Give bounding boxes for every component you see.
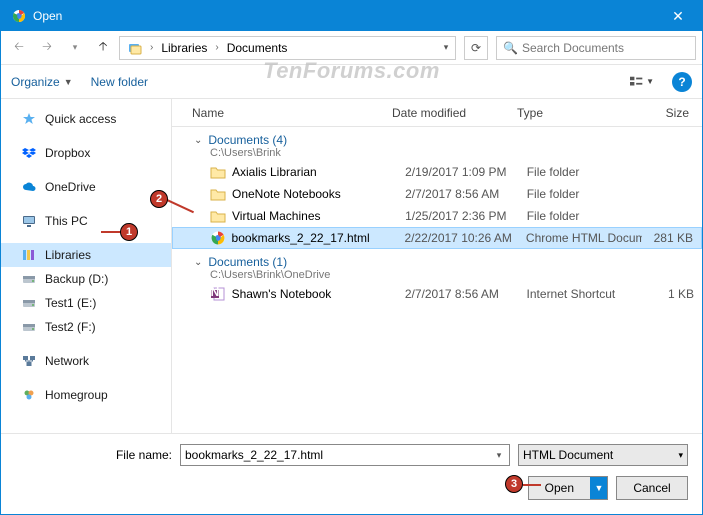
annotation-badge-1: 1 (120, 223, 138, 241)
chrome-icon (210, 230, 226, 246)
col-date[interactable]: Date modified (392, 106, 517, 120)
search-input[interactable]: 🔍 Search Documents (496, 36, 696, 60)
libraries-icon (21, 247, 37, 263)
column-headers: Name Date modified Type Size (172, 99, 702, 127)
filetype-filter[interactable]: HTML Document ▾ (518, 444, 688, 466)
close-button[interactable]: ✕ (658, 8, 698, 25)
organize-menu[interactable]: Organize▼ (11, 75, 73, 89)
dropbox-icon (21, 145, 37, 161)
open-button[interactable]: Open ▼ (528, 476, 608, 500)
network-icon (21, 353, 37, 369)
up-button[interactable]: 🡡 (91, 36, 115, 60)
nav-item-test2-f-[interactable]: Test2 (F:) (1, 315, 171, 339)
drive-icon (21, 271, 37, 287)
file-row[interactable]: OneNote Notebooks2/7/2017 8:56 AMFile fo… (172, 183, 702, 205)
file-row[interactable]: Virtual Machines1/25/2017 2:36 PMFile fo… (172, 205, 702, 227)
app-icon (11, 8, 27, 24)
new-folder-button[interactable]: New folder (91, 75, 148, 89)
group-header[interactable]: ⌄Documents (1) (194, 255, 702, 269)
breadcrumb-libraries[interactable]: Libraries (155, 37, 213, 59)
filename-input[interactable] (180, 444, 510, 466)
nav-item-backup-d-[interactable]: Backup (D:) (1, 267, 171, 291)
open-dialog: Open ✕ 🡠 🡢 ▾ 🡡 › Libraries › Documents ▾… (0, 0, 703, 515)
recent-dropdown[interactable]: ▾ (63, 36, 87, 60)
col-size[interactable]: Size (637, 106, 697, 120)
refresh-button[interactable]: ⟳ (464, 36, 488, 60)
chevron-right-icon[interactable]: › (213, 42, 220, 53)
chevron-right-icon[interactable]: › (148, 42, 155, 53)
open-split-dropdown[interactable]: ▼ (591, 477, 607, 499)
nav-item-quick-access[interactable]: Quick access (1, 107, 171, 131)
group-header[interactable]: ⌄Documents (4) (194, 133, 702, 147)
breadcrumb[interactable]: › Libraries › Documents ▾ (119, 36, 456, 60)
folder-icon (210, 164, 226, 180)
nav-item-dropbox[interactable]: Dropbox (1, 141, 171, 165)
forward-button: 🡢 (35, 36, 59, 60)
pc-icon (21, 213, 37, 229)
window-title: Open (33, 9, 658, 23)
view-mode-button[interactable]: ▼ (630, 70, 654, 94)
group-path: C:\Users\Brink\OneDrive (194, 269, 702, 281)
col-type[interactable]: Type (517, 106, 637, 120)
search-icon: 🔍 (503, 41, 518, 55)
help-button[interactable]: ? (672, 72, 692, 92)
breadcrumb-root-icon[interactable] (122, 37, 148, 59)
star-icon (21, 111, 37, 127)
onenote-icon: N (210, 286, 226, 302)
filename-dropdown[interactable]: ▾ (492, 450, 506, 461)
filename-label: File name: (116, 448, 172, 462)
toolbar: Organize▼ New folder ▼ ? (1, 65, 702, 99)
nav-item-network[interactable]: Network (1, 349, 171, 373)
dialog-body: Quick access Dropbox OneDrive This PC Librar… (1, 99, 702, 433)
breadcrumb-documents[interactable]: Documents (221, 37, 294, 59)
back-button[interactable]: 🡠 (7, 36, 31, 60)
group-path: C:\Users\Brink (194, 147, 702, 159)
nav-item-test1-e-[interactable]: Test1 (E:) (1, 291, 171, 315)
navigation-pane: Quick access Dropbox OneDrive This PC Librar… (1, 99, 171, 433)
titlebar: Open ✕ (1, 1, 702, 31)
svg-text:N: N (211, 287, 219, 299)
nav-item-homegroup[interactable]: Homegroup (1, 383, 171, 407)
breadcrumb-dropdown[interactable]: ▾ (439, 42, 453, 53)
nav-item-onedrive[interactable]: OneDrive (1, 175, 171, 199)
annotation-badge-2: 2 (150, 190, 168, 208)
homegroup-icon (21, 387, 37, 403)
dialog-footer: File name: ▾ HTML Document ▾ Open ▼ Canc… (1, 433, 702, 514)
drive-icon (21, 295, 37, 311)
annotation-badge-3: 3 (505, 475, 523, 493)
folder-icon (210, 208, 226, 224)
col-name[interactable]: Name (192, 106, 392, 120)
nav-item-this-pc[interactable]: This PC (1, 209, 171, 233)
file-list: Name Date modified Type Size ⌄Documents … (171, 99, 702, 433)
address-bar: 🡠 🡢 ▾ 🡡 › Libraries › Documents ▾ ⟳ 🔍 Se… (1, 31, 702, 65)
file-row[interactable]: Axialis Librarian2/19/2017 1:09 PMFile f… (172, 161, 702, 183)
file-row[interactable]: NShawn's Notebook2/7/2017 8:56 AMInterne… (172, 283, 702, 305)
file-row[interactable]: bookmarks_2_22_17.html2/22/2017 10:26 AM… (172, 227, 702, 249)
nav-item-libraries[interactable]: Libraries (1, 243, 171, 267)
cancel-button[interactable]: Cancel (616, 476, 688, 500)
folder-icon (210, 186, 226, 202)
cloud-icon (21, 179, 37, 195)
drive-icon (21, 319, 37, 335)
